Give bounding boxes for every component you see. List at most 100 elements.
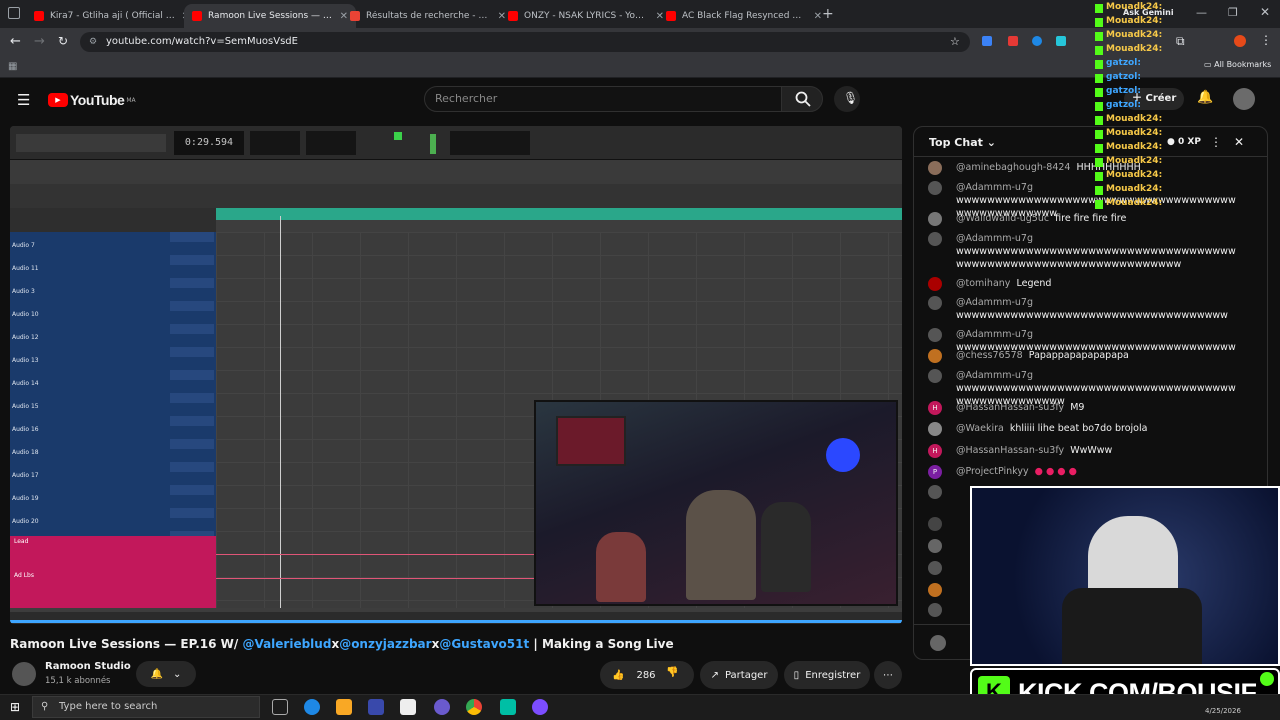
chat-author[interactable]: @ProjectPinkyy [956, 466, 1029, 477]
chat-author[interactable]: @Adammm-u7g [956, 329, 1033, 340]
store-icon[interactable] [368, 699, 384, 715]
avatar [928, 422, 942, 436]
kick-badge-icon [1095, 144, 1103, 153]
extension-icon[interactable] [1056, 36, 1066, 46]
minimize-window-icon[interactable]: — [1196, 6, 1207, 19]
browser-tab[interactable]: Résultats de recherche - noem ✕ [342, 4, 514, 28]
browser-tab[interactable]: AC Black Flag Resynced DLSS 5 ✕ [658, 4, 830, 28]
close-tab-icon[interactable]: ✕ [814, 11, 822, 22]
overlay-chat-user: gatzol: [1106, 100, 1141, 110]
site-info-icon[interactable]: ⚙ [89, 32, 97, 52]
dislike-icon[interactable]: 👎 [666, 667, 678, 678]
chat-author[interactable]: @HassanHassan-su3fy [956, 445, 1064, 456]
search-button[interactable] [781, 86, 823, 112]
extension-icon[interactable] [1008, 36, 1018, 46]
kick-badge-icon [1095, 46, 1103, 55]
task-view-icon[interactable] [272, 699, 288, 715]
channel-name[interactable]: Ramoon Studio [45, 661, 131, 672]
overlay-chat-user: Mouadk24: [1106, 184, 1163, 194]
youtube-search-input[interactable]: Rechercher [424, 86, 782, 112]
forward-icon[interactable]: → [34, 34, 45, 49]
browser-menu-icon[interactable]: ⋮ [1260, 33, 1272, 47]
more-actions-button[interactable]: ⋯ [874, 661, 902, 689]
youtube-logo[interactable]: ▶ YouTube MA [48, 92, 136, 108]
avatar: H [928, 401, 942, 415]
edge-browser-icon[interactable] [304, 699, 320, 715]
mail-icon[interactable] [400, 699, 416, 715]
avatar [928, 277, 942, 291]
avatar [928, 181, 942, 195]
close-window-icon[interactable]: ✕ [1260, 5, 1270, 19]
chat-author[interactable]: @Walidwalid-ug5uc [956, 213, 1049, 224]
app-icon[interactable] [434, 699, 450, 715]
share-button[interactable]: ↗ Partager [700, 661, 778, 689]
ask-gemini-button[interactable]: Ask Gemini [1123, 8, 1174, 17]
mention-link[interactable]: @Valerieblud [242, 637, 331, 651]
xp-label: 0 XP [1178, 137, 1201, 147]
top-chat-dropdown[interactable]: Top Chat ⌄ [929, 136, 996, 149]
notifications-bell-icon[interactable]: 🔔 [1197, 90, 1213, 105]
hamburger-menu-icon[interactable]: ☰ [17, 91, 30, 109]
bookmark-star-icon[interactable]: ☆ [950, 32, 960, 52]
video-progress-bar[interactable] [10, 620, 902, 623]
chat-text: wwwwwwwwwwwwwwwwwwwwwwwwwwwwwwwwwwwwwwww… [956, 246, 1236, 270]
avatar [928, 349, 942, 363]
chat-author[interactable]: @HassanHassan-su3fy [956, 402, 1064, 413]
chat-author[interactable]: @chess76578 [956, 350, 1023, 361]
windows-start-icon[interactable]: ⊞ [10, 700, 20, 714]
like-icon[interactable]: 👍 [612, 670, 624, 681]
chat-author[interactable]: @Waekira [956, 423, 1004, 434]
overlay-chat-user: gatzol: [1106, 72, 1141, 82]
browser-tab[interactable]: ONZY - NSAK LYRICS - YouTube ✕ [500, 4, 672, 28]
extension-icon[interactable] [1032, 36, 1042, 46]
tab-search-icon[interactable] [8, 7, 20, 19]
app-icon[interactable] [500, 699, 516, 715]
track-name: Audio 13 [12, 357, 39, 364]
chat-author[interactable]: @aminebaghough-8424 [956, 162, 1070, 173]
mention-link[interactable]: @Gustavo51t [439, 637, 529, 651]
bookmark-icon: ▯ [793, 669, 800, 681]
apps-grid-icon[interactable]: ▦ [8, 61, 17, 72]
new-tab-button[interactable]: + [822, 6, 834, 22]
chat-message: @Walidwalid-ug5uc fire fire fire fire [928, 212, 1238, 226]
close-chat-icon[interactable]: ✕ [1234, 135, 1244, 149]
maximize-window-icon[interactable]: ❐ [1228, 6, 1238, 19]
chat-author[interactable]: @Adammm-u7g [956, 370, 1033, 381]
extension-icon[interactable] [982, 36, 992, 46]
account-avatar[interactable] [1233, 88, 1255, 110]
track-name: Audio 7 [12, 242, 35, 249]
back-icon[interactable]: ← [10, 34, 21, 49]
profile-avatar-icon[interactable] [1234, 35, 1246, 47]
kick-badge-icon [1095, 60, 1103, 69]
chrome-icon[interactable] [466, 699, 482, 715]
voice-search-button[interactable]: 🎙 [834, 86, 860, 112]
save-button[interactable]: ▯ Enregistrer [784, 661, 870, 689]
chat-author[interactable]: @Adammm-u7g [956, 297, 1033, 308]
file-explorer-icon[interactable] [336, 699, 352, 715]
app-icon[interactable] [532, 699, 548, 715]
chat-author[interactable]: @Adammm-u7g [956, 182, 1033, 193]
track-mixer-column [170, 232, 214, 536]
person-figure [686, 490, 756, 600]
mention-link[interactable]: @onzyjazzbar [339, 637, 431, 651]
overlay-chat-user: Mouadk24: [1106, 44, 1163, 54]
browser-tab-active[interactable]: Ramoon Live Sessions — EP.16 W/ ✕ [184, 4, 356, 28]
track-name: Audio 19 [12, 495, 39, 502]
reload-icon[interactable]: ↻ [58, 34, 68, 48]
taskbar-search-input[interactable]: ⚲ Type here to search [32, 696, 260, 718]
extensions-puzzle-icon[interactable]: ⧉ [1176, 34, 1185, 49]
chat-message: @Waekira khliiii lihe beat bo7do brojola [928, 422, 1238, 436]
all-bookmarks-link[interactable]: ▭ All Bookmarks [1204, 60, 1271, 69]
track-name: Audio 12 [12, 334, 39, 341]
share-label: Partager [724, 669, 768, 681]
chevron-down-icon: ⌄ [173, 668, 182, 680]
channel-avatar[interactable] [12, 662, 36, 686]
chat-author[interactable]: @Adammm-u7g [956, 233, 1033, 244]
subscribed-notifications-button[interactable]: 🔔 ⌄ [136, 661, 196, 687]
chat-author[interactable]: @tomihany [956, 278, 1010, 289]
browser-tab[interactable]: Kira7 - Gtliha aji ( Official Visual ✕ [26, 4, 198, 28]
address-bar[interactable]: ⚙ youtube.com/watch?v=SemMuosVsdE ☆ [80, 32, 970, 52]
monitor-screen [556, 416, 626, 466]
chat-menu-icon[interactable]: ⋮ [1210, 135, 1222, 149]
avatar [928, 232, 942, 246]
